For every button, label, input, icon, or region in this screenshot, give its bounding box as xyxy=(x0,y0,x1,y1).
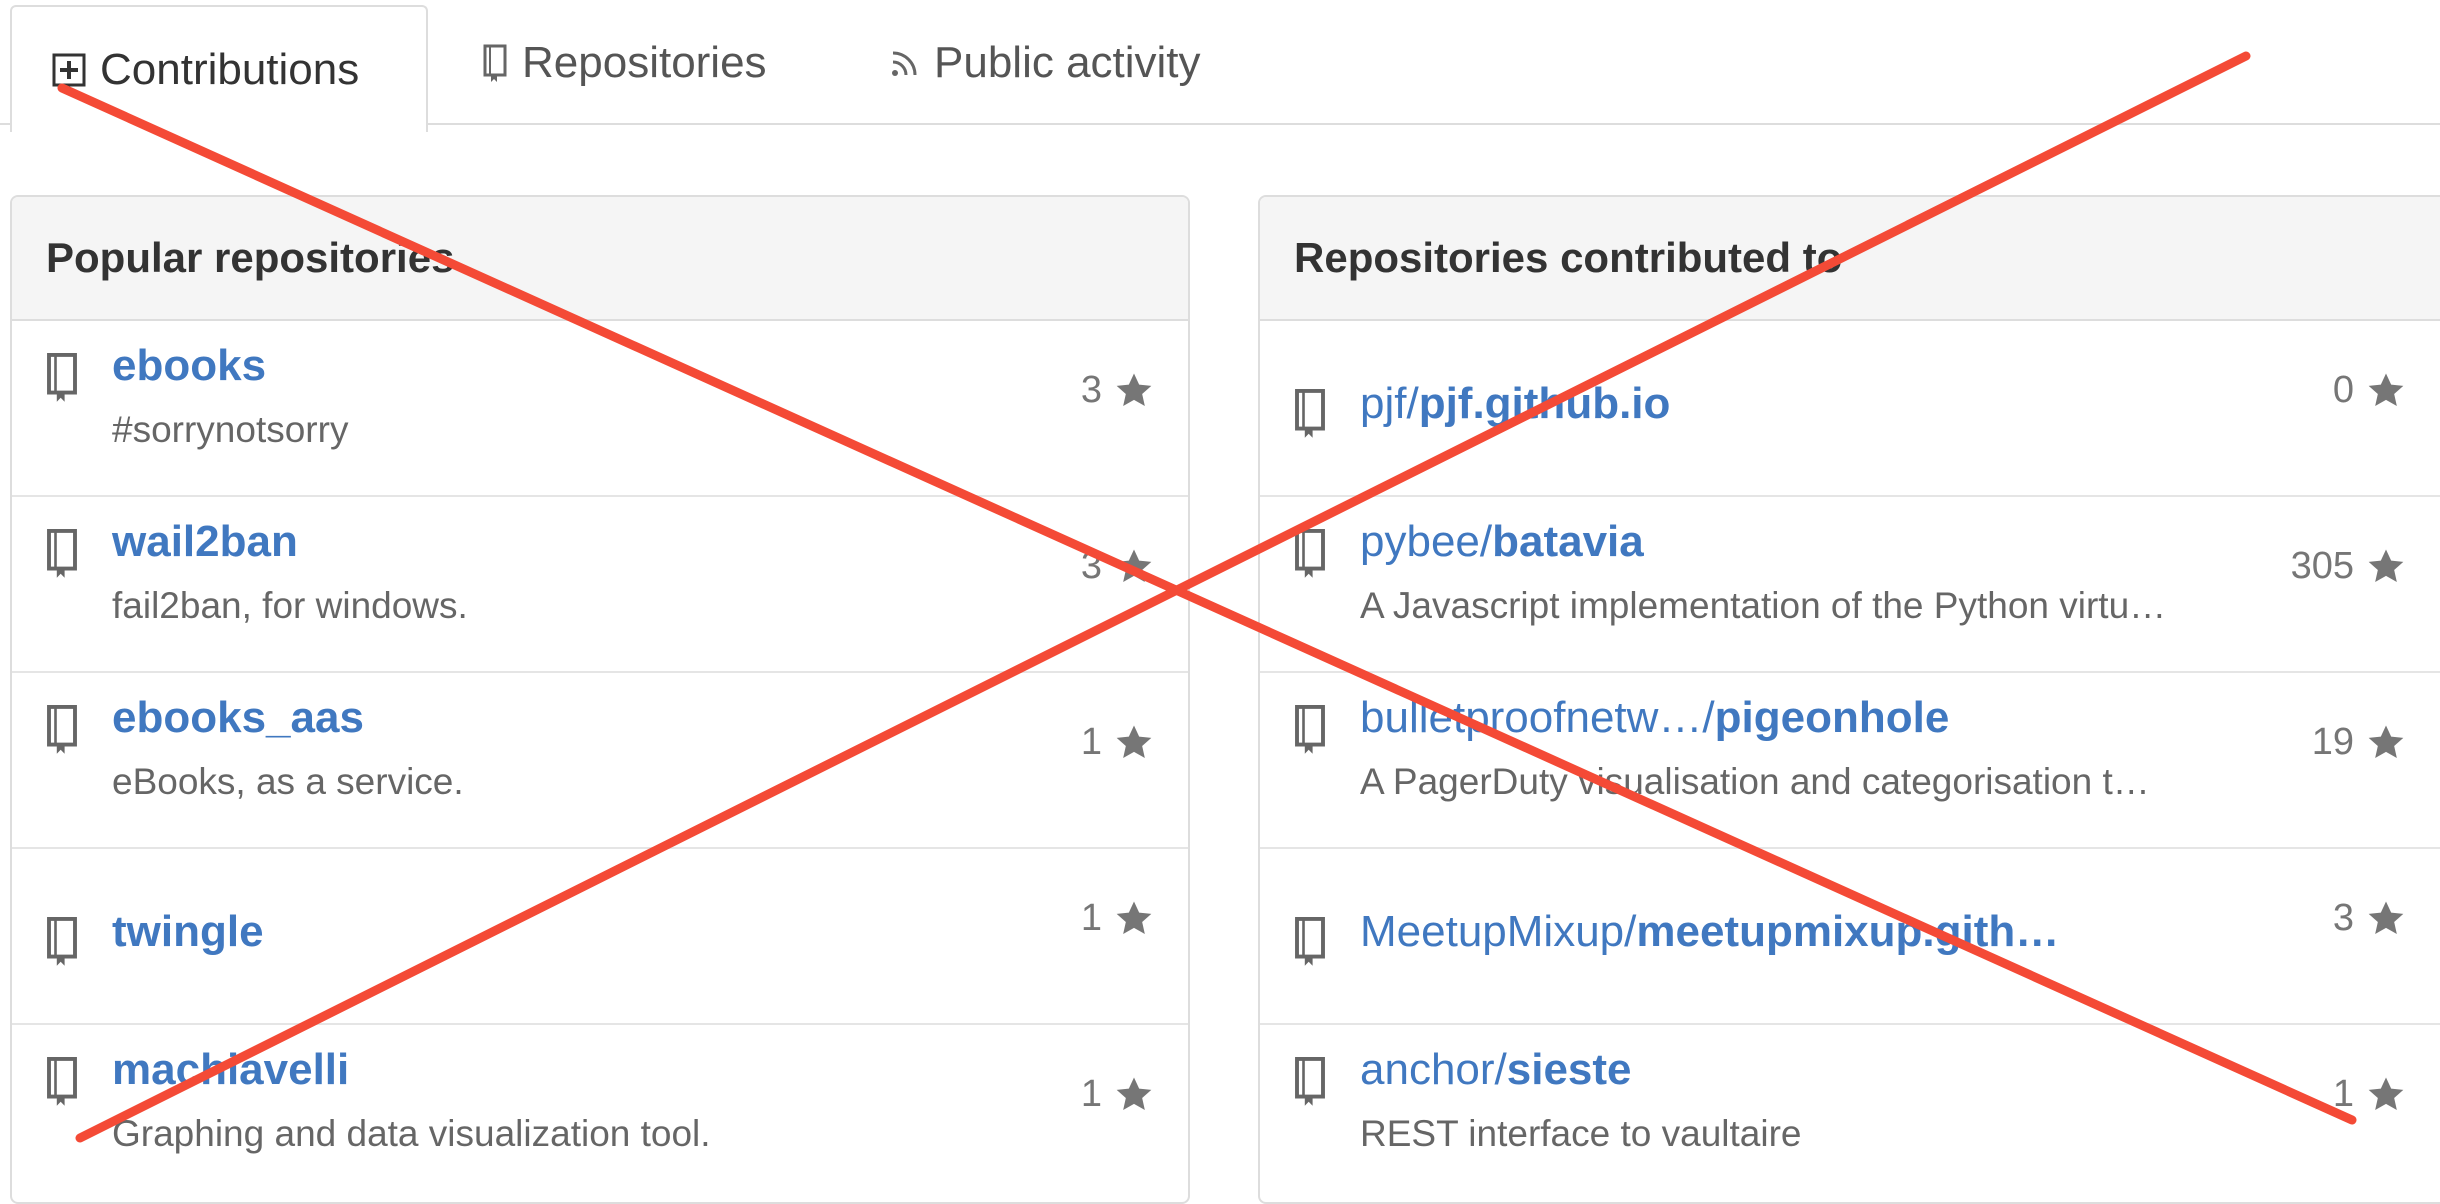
repo-name: pjf.github.io xyxy=(1418,379,1671,428)
box-title: Popular repositories xyxy=(12,197,1188,321)
repo-book-icon xyxy=(47,916,77,966)
star-icon xyxy=(2368,901,2404,934)
star-icon xyxy=(1116,901,1152,934)
repo-book-icon xyxy=(47,352,77,402)
repo-description: A Javascript implementation of the Pytho… xyxy=(1360,585,2167,626)
repo-link[interactable]: pybee/batavia xyxy=(1360,517,1644,567)
repo-row: ebooks #sorrynotsorry 3 xyxy=(12,321,1188,497)
repo-description: Graphing and data visualization tool. xyxy=(112,1113,711,1154)
repo-book-icon xyxy=(1295,916,1325,966)
box-title: Repositories contributed to xyxy=(1260,197,2440,321)
star-count: 0 xyxy=(2332,369,2354,411)
repo-name: pigeonhole xyxy=(1714,693,1950,742)
rss-feed-icon xyxy=(892,51,917,76)
repo-owner: pybee/ xyxy=(1360,517,1493,566)
repo-row: ebooks_aas eBooks, as a service. 1 xyxy=(12,673,1188,849)
tab-public-activity[interactable]: Public activity xyxy=(890,0,1201,125)
stargazers-link[interactable]: 1 xyxy=(1081,1073,1154,1116)
stargazers-link[interactable]: 1 xyxy=(1081,721,1154,764)
repo-name: ebooks xyxy=(112,341,267,390)
repo-owner: bulletproofnetw…/ xyxy=(1360,693,1715,742)
repo-owner: MeetupMixup/ xyxy=(1360,907,1637,956)
repo-link[interactable]: machiavelli xyxy=(112,1045,349,1095)
star-icon xyxy=(2368,725,2404,758)
repo-row: wail2ban fail2ban, for windows. 3 xyxy=(12,497,1188,673)
repo-row: pjf/pjf.github.io 0 xyxy=(1260,321,2440,497)
repo-description: eBooks, as a service. xyxy=(112,761,464,802)
stargazers-link[interactable]: 3 xyxy=(1081,545,1154,588)
star-count: 1 xyxy=(2332,1073,2354,1115)
stargazers-link[interactable]: 19 xyxy=(2312,721,2406,764)
repo-description: #sorrynotsorry xyxy=(112,409,349,450)
repo-link[interactable]: anchor/sieste xyxy=(1360,1045,1632,1095)
stargazers-link[interactable]: 305 xyxy=(2291,545,2406,588)
repo-owner: pjf/ xyxy=(1360,379,1419,428)
repo-name: meetupmixup.gith… xyxy=(1636,907,2060,956)
stargazers-link[interactable]: 1 xyxy=(1081,897,1154,940)
repo-description: REST interface to vaultaire xyxy=(1360,1113,1802,1154)
star-icon xyxy=(1116,373,1152,406)
repo-link[interactable]: twingle xyxy=(112,907,264,957)
star-icon xyxy=(2368,373,2404,406)
contributed-repositories-box: Repositories contributed to pjf/pjf.gith… xyxy=(1258,195,2440,1204)
star-icon xyxy=(2368,1077,2404,1110)
repo-name: wail2ban xyxy=(112,517,298,566)
stargazers-link[interactable]: 1 xyxy=(2333,1073,2406,1116)
repo-book-icon xyxy=(1295,1056,1325,1106)
star-count: 3 xyxy=(2332,897,2354,939)
star-count: 1 xyxy=(1080,897,1102,939)
star-count: 3 xyxy=(1080,369,1102,411)
repo-book-icon xyxy=(1295,528,1325,578)
star-icon xyxy=(2368,549,2404,582)
repo-row: twingle 1 xyxy=(12,849,1188,1025)
popular-repositories-box: Popular repositories ebooks #sorrynotsor… xyxy=(10,195,1190,1204)
repo-name: batavia xyxy=(1492,517,1644,566)
star-count: 3 xyxy=(1080,545,1102,587)
tab-repositories[interactable]: Repositories xyxy=(482,0,767,125)
repo-name: twingle xyxy=(112,907,264,956)
repo-name: ebooks_aas xyxy=(112,693,364,742)
tab-label: Contributions xyxy=(100,44,360,94)
repo-link[interactable]: pjf/pjf.github.io xyxy=(1360,379,1670,429)
repo-book-icon xyxy=(1295,704,1325,754)
repo-row: bulletproofnetw…/pigeonhole A PagerDuty … xyxy=(1260,673,2440,849)
tab-label: Repositories xyxy=(522,37,767,87)
stargazers-link[interactable]: 3 xyxy=(2333,897,2406,940)
tab-label: Public activity xyxy=(934,37,1201,87)
repo-row: machiavelli Graphing and data visualizat… xyxy=(12,1025,1188,1201)
repo-book-icon xyxy=(47,1056,77,1106)
repo-name: sieste xyxy=(1506,1045,1632,1094)
stargazers-link[interactable]: 0 xyxy=(2333,369,2406,412)
repo-link[interactable]: wail2ban xyxy=(112,517,298,567)
repo-link[interactable]: bulletproofnetw…/pigeonhole xyxy=(1360,693,1949,743)
tab-contributions[interactable]: Contributions xyxy=(10,5,428,132)
repo-description: A PagerDuty visualisation and categorisa… xyxy=(1360,761,2150,802)
star-icon xyxy=(1116,725,1152,758)
repo-owner: anchor/ xyxy=(1360,1045,1507,1094)
repo-book-icon xyxy=(47,528,77,578)
star-icon xyxy=(1116,1077,1152,1110)
stargazers-link[interactable]: 3 xyxy=(1081,369,1154,412)
repo-link[interactable]: ebooks_aas xyxy=(112,693,364,743)
plus-square-icon xyxy=(52,53,86,86)
repo-link[interactable]: MeetupMixup/meetupmixup.gith… xyxy=(1360,907,2059,957)
repo-book-icon xyxy=(1295,388,1325,438)
repo-name: machiavelli xyxy=(112,1045,350,1094)
repo-row: anchor/sieste REST interface to vaultair… xyxy=(1260,1025,2440,1201)
repo-row: MeetupMixup/meetupmixup.gith… 3 xyxy=(1260,849,2440,1025)
repo-description: fail2ban, for windows. xyxy=(112,585,468,626)
star-count: 305 xyxy=(2290,545,2354,587)
repo-book-icon xyxy=(47,704,77,754)
profile-tabs: Contributions Repositories Public activi… xyxy=(0,0,2440,132)
repo-row: pybee/batavia A Javascript implementatio… xyxy=(1260,497,2440,673)
star-count: 1 xyxy=(1080,721,1102,763)
repo-link[interactable]: ebooks xyxy=(112,341,266,391)
repo-book-icon xyxy=(483,44,507,82)
star-count: 19 xyxy=(2311,721,2354,763)
star-count: 1 xyxy=(1080,1073,1102,1115)
star-icon xyxy=(1116,549,1152,582)
